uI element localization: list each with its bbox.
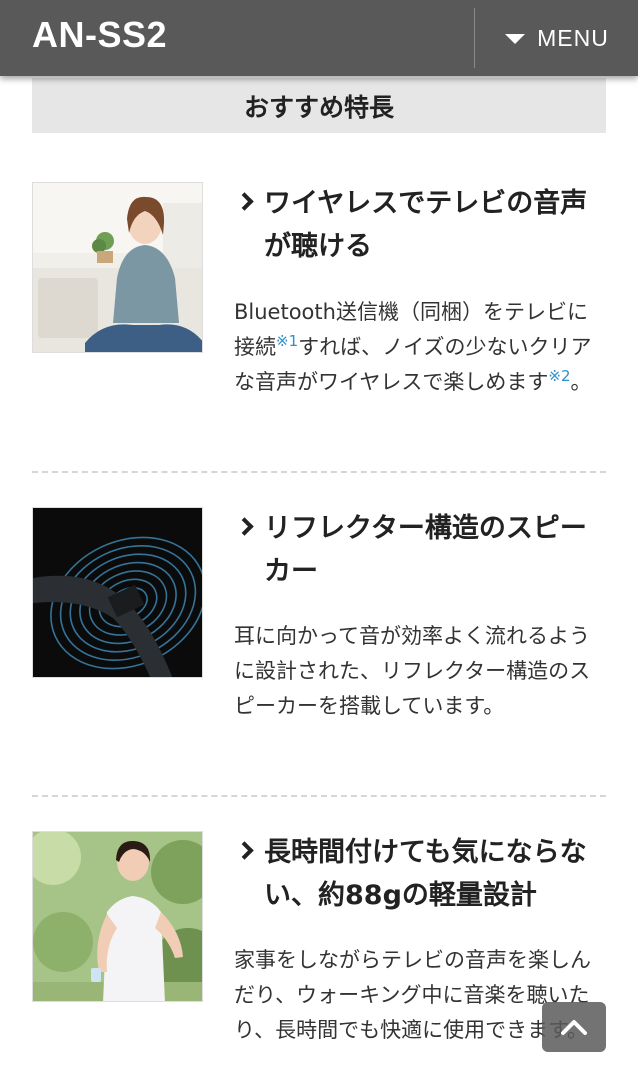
header-divider xyxy=(474,8,475,68)
feature-heading: リフレクター構造のスピーカー xyxy=(234,507,606,593)
menu-label: MENU xyxy=(537,24,609,51)
feature-item: ワイヤレスでテレビの音声が聴ける Bluetooth送信機（同梱）をテレビに接続… xyxy=(32,182,606,452)
section-title: おすすめ特長 xyxy=(32,78,606,133)
feature-description: Bluetooth送信機（同梱）をテレビに接続※1すれば、ノイズの少ないクリアな… xyxy=(234,300,592,394)
feature-heading: ワイヤレスでテレビの音声が聴ける xyxy=(234,182,606,268)
product-name[interactable]: AN-SS2 xyxy=(32,14,167,56)
site-header: AN-SS2 MENU xyxy=(0,0,638,76)
back-to-top-button[interactable] xyxy=(542,1002,606,1052)
chevron-up-icon xyxy=(561,1020,587,1035)
feature-item: リフレクター構造のスピーカー 耳に向かって音が効率よく流れるように設計された、リ… xyxy=(32,507,606,777)
footnote-link[interactable]: ※1 xyxy=(276,332,298,350)
triangle-down-icon xyxy=(505,34,526,44)
feature-image-woman-walking xyxy=(32,831,203,1002)
feature-image-woman-sofa xyxy=(32,182,203,353)
menu-button[interactable]: MENU xyxy=(476,0,638,76)
feature-description: 耳に向かって音が効率よく流れるように設計された、リフレクター構造のスピーカーを搭… xyxy=(234,624,591,718)
chevron-right-icon xyxy=(235,517,254,536)
feature-image-speaker-waves xyxy=(32,507,203,678)
dashed-divider xyxy=(32,795,606,797)
feature-heading: 長時間付けても気にならない、約88gの軽量設計 xyxy=(234,831,606,917)
feature-item: 長時間付けても気にならない、約88gの軽量設計 家事をしながらテレビの音声を楽し… xyxy=(32,831,606,1080)
dashed-divider xyxy=(32,471,606,473)
chevron-right-icon xyxy=(235,841,254,860)
chevron-right-icon xyxy=(235,192,254,211)
footnote-link[interactable]: ※2 xyxy=(548,367,570,385)
